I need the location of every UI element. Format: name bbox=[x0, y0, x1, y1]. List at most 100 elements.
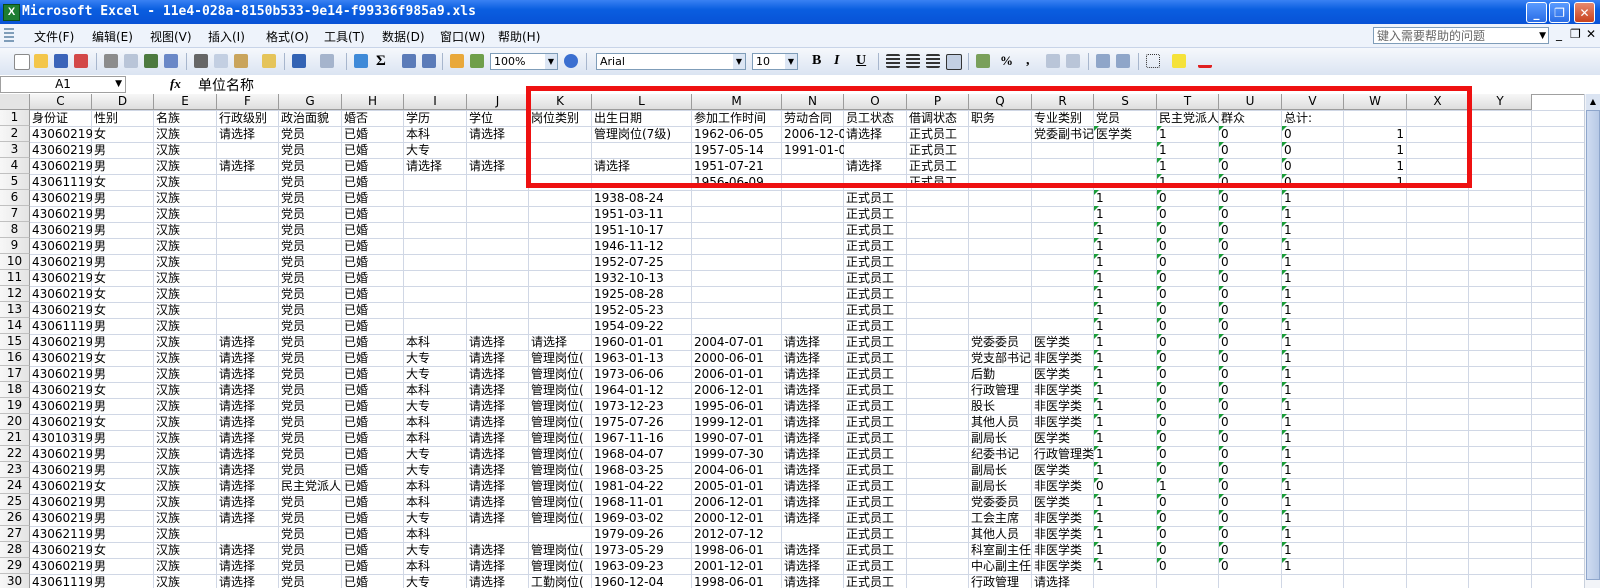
open-icon[interactable] bbox=[34, 54, 48, 68]
table-cell[interactable]: 男 bbox=[92, 526, 154, 542]
header-cell[interactable]: 身份证 bbox=[30, 110, 92, 126]
table-cell[interactable]: 党支部书记 bbox=[969, 350, 1032, 366]
table-cell[interactable]: 汉族 bbox=[154, 302, 217, 318]
chart-wizard-icon[interactable] bbox=[450, 54, 464, 68]
table-cell[interactable]: 430611195 bbox=[30, 318, 92, 334]
align-left-icon[interactable] bbox=[886, 54, 900, 68]
table-cell[interactable]: 1968-11-01 bbox=[592, 494, 692, 510]
table-cell[interactable]: 1 bbox=[1094, 430, 1157, 446]
table-cell[interactable]: 430621197 bbox=[30, 526, 92, 542]
table-cell[interactable]: 请选择 bbox=[467, 126, 529, 142]
table-cell[interactable]: 男 bbox=[92, 222, 154, 238]
table-cell[interactable]: 党员 bbox=[279, 574, 342, 588]
column-header-y[interactable]: Y bbox=[1469, 94, 1532, 110]
table-cell[interactable]: 0 bbox=[1219, 254, 1282, 270]
table-cell[interactable]: 党员 bbox=[279, 126, 342, 142]
table-cell[interactable]: 1 bbox=[1282, 318, 1344, 334]
align-center-icon[interactable] bbox=[906, 54, 920, 68]
table-cell[interactable]: 本科 bbox=[404, 334, 467, 350]
table-cell[interactable]: 汉族 bbox=[154, 382, 217, 398]
table-cell[interactable]: 大专 bbox=[404, 542, 467, 558]
table-cell[interactable]: 汉族 bbox=[154, 238, 217, 254]
table-cell[interactable]: 0 bbox=[1157, 254, 1219, 270]
chevron-down-icon[interactable]: ▼ bbox=[115, 77, 122, 92]
cut-icon[interactable] bbox=[194, 54, 208, 68]
menu-edit[interactable]: 编辑(E) bbox=[92, 28, 133, 45]
table-cell[interactable]: 已婚 bbox=[342, 350, 404, 366]
table-cell[interactable]: 0 bbox=[1219, 542, 1282, 558]
table-cell[interactable]: 已婚 bbox=[342, 206, 404, 222]
table-cell[interactable]: 大专 bbox=[404, 510, 467, 526]
table-cell[interactable]: 1 bbox=[1094, 270, 1157, 286]
header-cell[interactable]: 名族 bbox=[154, 110, 217, 126]
row-header[interactable]: 10 bbox=[0, 254, 30, 270]
zoom-select[interactable]: 100% ▼ bbox=[490, 53, 558, 70]
table-cell[interactable]: 党员 bbox=[279, 558, 342, 574]
table-cell[interactable]: 请选择 bbox=[529, 334, 592, 350]
table-cell[interactable]: 430602194 bbox=[30, 238, 92, 254]
table-cell[interactable]: 汉族 bbox=[154, 414, 217, 430]
table-cell[interactable]: 1 bbox=[1282, 462, 1344, 478]
decrease-decimal-icon[interactable] bbox=[1066, 54, 1080, 68]
table-cell[interactable]: 党员 bbox=[279, 382, 342, 398]
chevron-down-icon[interactable]: ▼ bbox=[545, 54, 557, 69]
table-cell[interactable]: 汉族 bbox=[154, 510, 217, 526]
table-cell[interactable]: 党员 bbox=[279, 462, 342, 478]
table-cell[interactable]: 汉族 bbox=[154, 142, 217, 158]
menu-insert[interactable]: 插入(I) bbox=[208, 28, 245, 45]
table-cell[interactable]: 2000-06-01 bbox=[692, 350, 782, 366]
scrollbar-thumb[interactable] bbox=[1586, 110, 1600, 580]
table-cell[interactable]: 管理岗位( bbox=[529, 494, 592, 510]
table-cell[interactable]: 0 bbox=[1157, 334, 1219, 350]
table-cell[interactable]: 0 bbox=[1157, 206, 1219, 222]
table-cell[interactable]: 党员 bbox=[279, 174, 342, 190]
table-cell[interactable]: 汉族 bbox=[154, 478, 217, 494]
table-cell[interactable]: 请选择 bbox=[217, 350, 279, 366]
row-header[interactable]: 1 bbox=[0, 110, 30, 126]
table-cell[interactable]: 女 bbox=[92, 382, 154, 398]
table-cell[interactable]: 1 bbox=[1094, 254, 1157, 270]
table-cell[interactable]: 1925-08-28 bbox=[592, 286, 692, 302]
table-cell[interactable]: 请选择 bbox=[467, 478, 529, 494]
table-cell[interactable]: 请选择 bbox=[782, 430, 844, 446]
table-cell[interactable]: 1 bbox=[1282, 414, 1344, 430]
save-icon[interactable] bbox=[54, 54, 68, 68]
table-cell[interactable]: 0 bbox=[1157, 286, 1219, 302]
sort-ascending-icon[interactable] bbox=[402, 54, 416, 68]
table-cell[interactable]: 党员 bbox=[279, 318, 342, 334]
table-cell[interactable]: 已婚 bbox=[342, 526, 404, 542]
table-cell[interactable]: 0 bbox=[1219, 558, 1282, 574]
table-cell[interactable]: 工会主席 bbox=[969, 510, 1032, 526]
table-cell[interactable]: 汉族 bbox=[154, 334, 217, 350]
table-cell[interactable]: 0 bbox=[1219, 206, 1282, 222]
table-cell[interactable]: 1 bbox=[1094, 398, 1157, 414]
table-cell[interactable]: 已婚 bbox=[342, 510, 404, 526]
column-header-d[interactable]: D bbox=[92, 94, 154, 110]
table-cell[interactable]: 本科 bbox=[404, 430, 467, 446]
table-cell[interactable]: 1 bbox=[1094, 206, 1157, 222]
table-cell[interactable]: 已婚 bbox=[342, 174, 404, 190]
table-cell[interactable]: 请选择 bbox=[467, 462, 529, 478]
autosum-icon[interactable]: Σ bbox=[376, 53, 386, 70]
table-cell[interactable]: 党员 bbox=[279, 494, 342, 510]
table-cell[interactable]: 其他人员 bbox=[969, 414, 1032, 430]
table-cell[interactable]: 中心副主任 bbox=[969, 558, 1032, 574]
borders-icon[interactable] bbox=[1146, 54, 1160, 68]
table-cell[interactable]: 管理岗位( bbox=[529, 542, 592, 558]
table-cell[interactable]: 党委委员 bbox=[969, 334, 1032, 350]
minimize-button[interactable]: _ bbox=[1526, 2, 1547, 23]
table-cell[interactable]: 0 bbox=[1219, 318, 1282, 334]
table-cell[interactable]: 430103196 bbox=[30, 430, 92, 446]
table-cell[interactable]: 非医学类 bbox=[1032, 558, 1094, 574]
table-cell[interactable]: 1 bbox=[1094, 382, 1157, 398]
table-cell[interactable]: 0 bbox=[1219, 350, 1282, 366]
row-header[interactable]: 11 bbox=[0, 270, 30, 286]
table-cell[interactable]: 科室副主任 bbox=[969, 542, 1032, 558]
table-cell[interactable]: 男 bbox=[92, 558, 154, 574]
table-cell[interactable]: 1 bbox=[1282, 190, 1344, 206]
table-cell[interactable]: 管理岗位( bbox=[529, 430, 592, 446]
spelling-icon[interactable] bbox=[144, 54, 158, 68]
table-cell[interactable]: 行政管理 bbox=[969, 382, 1032, 398]
row-header[interactable]: 27 bbox=[0, 526, 30, 542]
row-header[interactable]: 12 bbox=[0, 286, 30, 302]
